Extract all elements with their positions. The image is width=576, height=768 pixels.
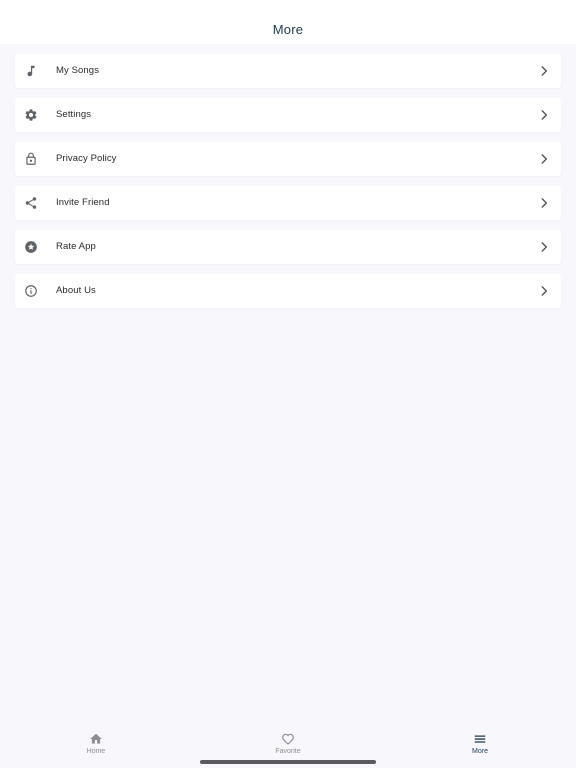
share-icon (23, 195, 39, 211)
chevron-right-icon (537, 108, 551, 122)
menu-item-label: Invite Friend (56, 197, 110, 208)
chevron-right-icon (537, 64, 551, 78)
menu-item-label: My Songs (56, 65, 100, 76)
top-bar: More (0, 0, 576, 44)
music-note-icon (23, 63, 39, 79)
menu-item-my-songs[interactable]: My Songs (15, 54, 561, 88)
menu-icon (474, 735, 486, 743)
menu-item-label: Rate App (56, 241, 96, 252)
tab-more[interactable]: More (420, 732, 540, 760)
menu-item-privacy-policy[interactable]: Privacy Policy (15, 142, 561, 176)
lock-icon (23, 151, 39, 167)
info-icon (23, 283, 39, 299)
menu-item-settings[interactable]: Settings (15, 98, 561, 132)
home-indicator[interactable] (200, 760, 376, 764)
menu-item-label: Settings (56, 109, 92, 120)
chevron-right-icon (537, 152, 551, 166)
page-title: More (272, 22, 304, 37)
tab-more-label: More (472, 748, 488, 755)
home-icon (90, 733, 102, 744)
chevron-right-icon (537, 196, 551, 210)
menu-item-label: About Us (56, 285, 96, 296)
chevron-right-icon (537, 284, 551, 298)
more-menu-list: My Songs Settings Privacy Policy Invite … (15, 54, 561, 318)
gear-icon (23, 107, 39, 123)
tab-home-label: Home (86, 748, 106, 755)
tab-favorite[interactable]: Favorite (228, 732, 348, 760)
menu-item-rate-app[interactable]: Rate App (15, 230, 561, 264)
tab-favorite-label: Favorite (275, 748, 301, 755)
tab-home[interactable]: Home (36, 732, 156, 760)
menu-item-invite-friend[interactable]: Invite Friend (15, 186, 561, 220)
menu-item-about-us[interactable]: About Us (15, 274, 561, 308)
heart-icon (282, 733, 294, 745)
chevron-right-icon (537, 240, 551, 254)
star-icon (23, 239, 39, 255)
menu-item-label: Privacy Policy (56, 153, 117, 164)
